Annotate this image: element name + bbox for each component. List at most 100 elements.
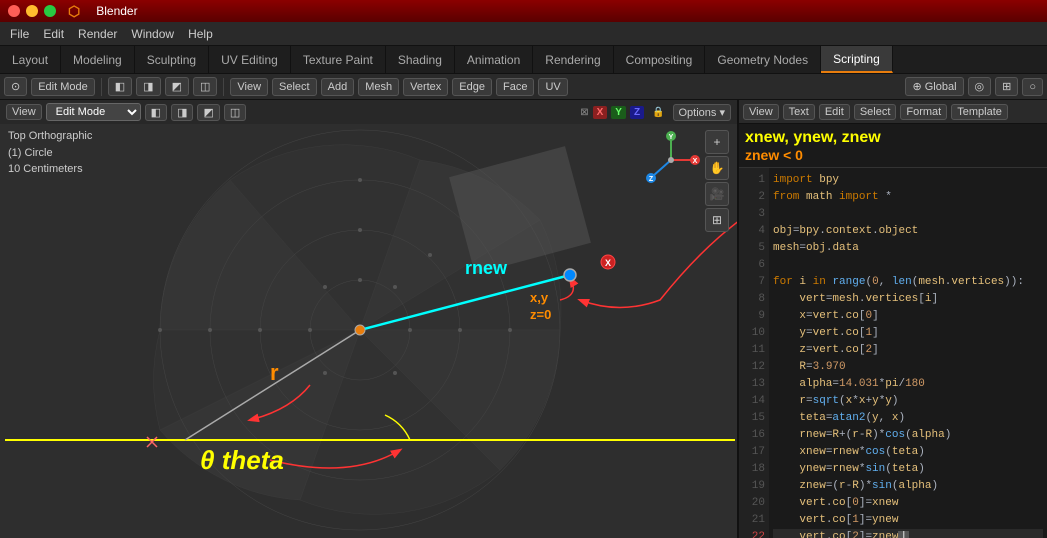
viewport[interactable]: X View Edit Mode Object Mode ◧ ◨ ◩ ◫ ⊠ X… [0,100,737,538]
viewport-shade-material[interactable]: ◨ [136,77,160,96]
annotation-znew-lt0: znew < 0 [745,147,1041,163]
line-numbers: 1 2 3 4 5 6 7 8 9 10 11 12 13 14 15 16 1 [739,168,769,538]
code-text-area[interactable]: import bpy from math import * obj=bpy.co… [769,168,1047,538]
vertex-button[interactable]: Vertex [403,78,448,96]
grab-tool-btn[interactable]: ✋ [705,156,729,180]
vp-overlay-render[interactable]: ◫ [224,104,246,121]
face-button[interactable]: Face [496,78,534,96]
tab-texture-paint[interactable]: Texture Paint [291,46,386,73]
line-num-18: 18 [739,461,769,478]
menu-file[interactable]: File [4,25,35,43]
code-line-14: r=sqrt(x*x+y*y) [773,393,1043,410]
title-bar: ⬡ Blender [0,0,1047,22]
viewport-canvas: X [0,100,737,538]
svg-text:X: X [693,158,698,165]
code-template-btn[interactable]: Template [951,104,1008,120]
tab-modeling[interactable]: Modeling [61,46,135,73]
select-button[interactable]: Select [272,78,317,96]
xyz-z-btn[interactable]: Z [630,106,644,119]
camera-tool-btn[interactable]: 🎥 [705,182,729,206]
edge-button[interactable]: Edge [452,78,492,96]
line-num-6: 6 [739,257,769,274]
svg-text:X: X [605,258,611,268]
tab-animation[interactable]: Animation [455,46,533,73]
edit-mode-selector[interactable]: Edit Mode [31,78,95,96]
code-line-12: R=3.970 [773,359,1043,376]
add-button[interactable]: Add [321,78,355,96]
grid-tool-btn[interactable]: ⊞ [705,208,729,232]
menu-window[interactable]: Window [125,25,180,43]
vp-mode-select[interactable]: Edit Mode Object Mode [46,103,141,121]
code-line-18: ynew=rnew*sin(teta) [773,461,1043,478]
line-num-17: 17 [739,444,769,461]
tab-compositing[interactable]: Compositing [614,46,706,73]
line-num-15: 15 [739,410,769,427]
vp-overlay-material[interactable]: ◩ [197,104,219,121]
tab-rendering[interactable]: Rendering [533,46,613,73]
blender-logo: ⬡ [62,1,86,22]
viewport-shade-wire[interactable]: ◫ [193,77,217,96]
code-line-17: xnew=rnew*cos(teta) [773,444,1043,461]
code-line-11: z=vert.co[2] [773,342,1043,359]
window-title: Blender [96,4,137,18]
line-num-5: 5 [739,240,769,257]
code-line-22: vert.co[2]=znew| [773,529,1043,538]
global-pivot[interactable]: ⊕ Global [905,77,963,96]
xyz-x-btn[interactable]: X [593,106,608,119]
svg-text:Z: Z [649,176,654,183]
tab-shading[interactable]: Shading [386,46,455,73]
code-line-3 [773,206,1043,223]
vp-side-tools: + ✋ 🎥 ⊞ [705,130,729,232]
view-button[interactable]: View [230,78,268,96]
code-body[interactable]: 1 2 3 4 5 6 7 8 9 10 11 12 13 14 15 16 1 [739,168,1047,538]
code-line-5: mesh=obj.data [773,240,1043,257]
snap-xyz-icon: ⊠ [580,107,588,118]
close-dot[interactable] [8,5,20,17]
tab-layout[interactable]: Layout [0,46,61,73]
code-line-19: znew=(r-R)*sin(alpha) [773,478,1043,495]
code-format-btn[interactable]: Format [900,104,947,120]
uv-button[interactable]: UV [538,78,567,96]
snap-toggle[interactable]: ⊞ [995,77,1018,96]
tab-sculpting[interactable]: Sculpting [135,46,209,73]
menu-edit[interactable]: Edit [37,25,70,43]
code-line-1: import bpy [773,172,1043,189]
viewport-shade-solid[interactable]: ◧ [108,77,132,96]
code-view-btn[interactable]: View [743,104,779,120]
line-num-9: 9 [739,308,769,325]
vp-view-btn[interactable]: View [6,104,42,120]
minimize-dot[interactable] [26,5,38,17]
options-btn[interactable]: Options ▾ [673,104,732,121]
vp-overlay-wireframe[interactable]: ◧ [145,104,167,121]
viewport-shade-rendered[interactable]: ◩ [165,77,189,96]
code-line-6 [773,257,1043,274]
lock-icon: 🔒 [652,107,664,118]
menu-help[interactable]: Help [182,25,219,43]
code-panel: View Text Edit Select Format Template xn… [737,100,1047,538]
tab-uv-editing[interactable]: UV Editing [209,46,291,73]
annotation-xnew-ynew-znew: xnew, ynew, znew [745,128,1041,147]
tab-scripting[interactable]: Scripting [821,46,893,73]
svg-text:Y: Y [669,134,674,141]
code-select-btn[interactable]: Select [854,104,897,120]
line-num-2: 2 [739,189,769,206]
workspace-tabs: Layout Modeling Sculpting UV Editing Tex… [0,46,1047,74]
mesh-button[interactable]: Mesh [358,78,399,96]
tab-geometry-nodes[interactable]: Geometry Nodes [705,46,821,73]
separator-1 [101,78,102,96]
line-num-3: 3 [739,206,769,223]
line-num-20: 20 [739,495,769,512]
code-edit-btn[interactable]: Edit [819,104,850,120]
pivot-center[interactable]: ◎ [968,77,992,96]
vp-object-name: (1) Circle [8,145,92,162]
line-num-22: 22 [739,529,769,538]
xyz-y-btn[interactable]: Y [611,106,626,119]
code-editor-header: View Text Edit Select Format Template [739,100,1047,124]
code-text-btn[interactable]: Text [783,104,815,120]
proportional-edit[interactable]: ○ [1022,78,1043,96]
line-num-1: 1 [739,172,769,189]
vp-overlay-solid[interactable]: ◨ [171,104,193,121]
maximize-dot[interactable] [44,5,56,17]
add-tool-btn[interactable]: + [705,130,729,154]
menu-render[interactable]: Render [72,25,123,43]
